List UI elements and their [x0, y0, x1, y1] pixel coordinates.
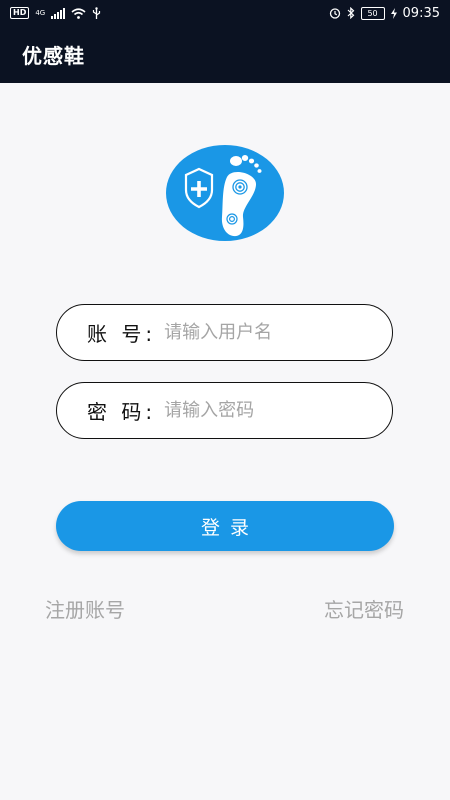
charging-icon [390, 7, 397, 19]
status-right: 50 09:35 [329, 6, 440, 21]
account-field[interactable]: 账 号: [56, 304, 393, 361]
account-input[interactable] [162, 321, 367, 344]
hd-badge: HD [10, 7, 30, 19]
battery-icon: 50 [360, 6, 385, 20]
status-left: HD 4G [10, 7, 101, 19]
login-button[interactable]: 登录 [56, 501, 394, 551]
alarm-icon [329, 8, 340, 19]
foot-shield-logo-icon [166, 145, 284, 241]
account-label: 账 号: [87, 322, 157, 346]
clock: 09:35 [402, 5, 440, 21]
register-link[interactable]: 注册账号 [45, 594, 125, 623]
usb-icon [93, 7, 101, 19]
forgot-password-link[interactable]: 忘记密码 [324, 594, 404, 623]
app-title: 优感鞋 [22, 44, 85, 68]
password-label: 密 码: [87, 400, 157, 424]
network-type: 4G [35, 9, 46, 17]
status-bar: HD 4G 50 09:35 [0, 0, 450, 26]
app-bar: 优感鞋 [0, 26, 450, 83]
password-field[interactable]: 密 码: [56, 382, 393, 439]
wifi-icon [71, 7, 86, 19]
bluetooth-icon [347, 7, 354, 19]
signal-icon [51, 7, 66, 19]
password-input[interactable] [162, 399, 367, 422]
